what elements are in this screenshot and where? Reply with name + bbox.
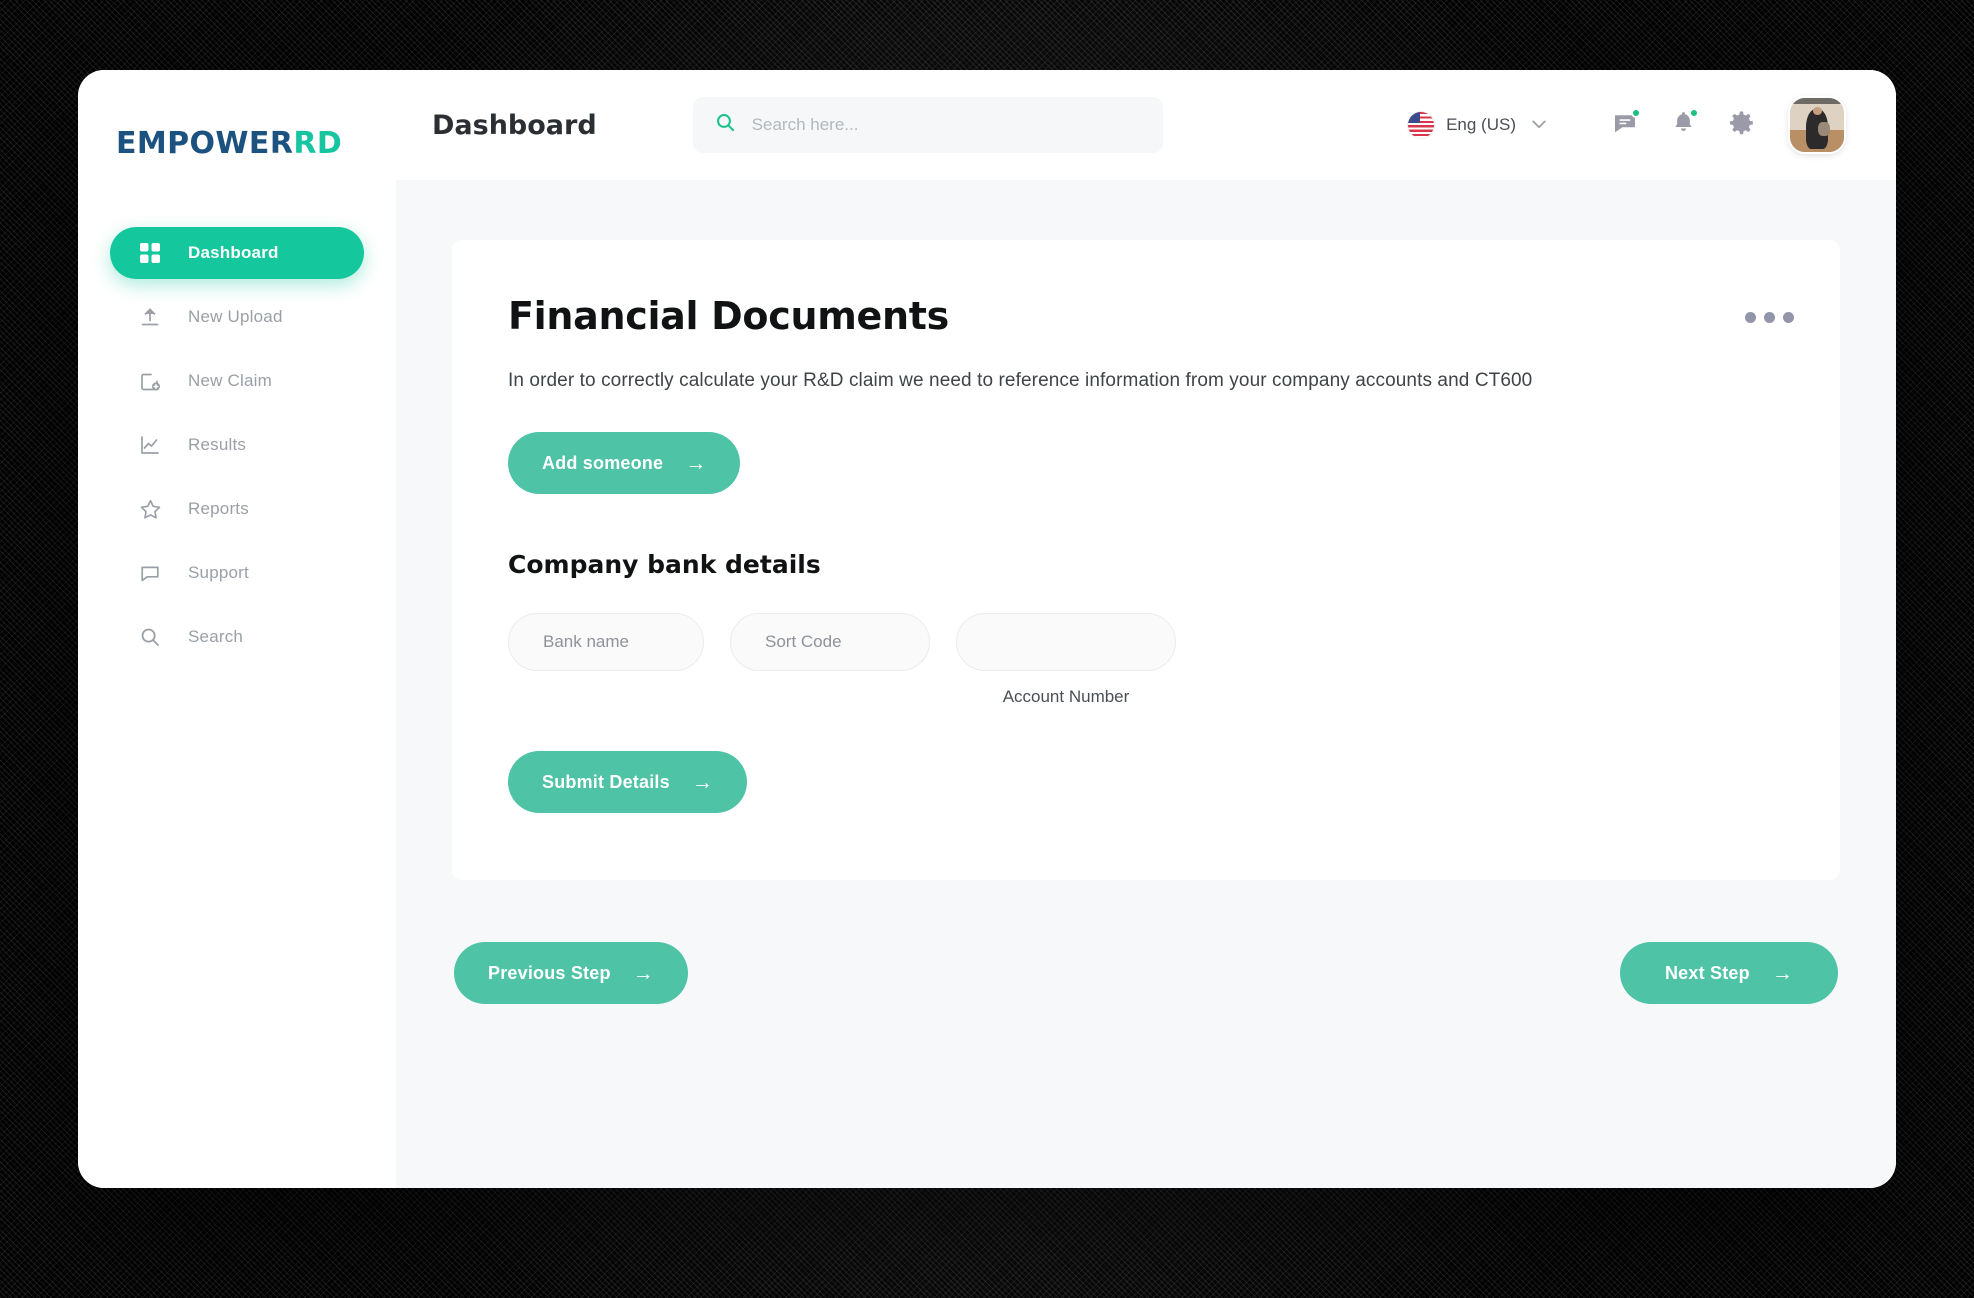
submit-details-label: Submit Details xyxy=(542,771,670,792)
step-navigation: Previous Step → Next Step → xyxy=(452,942,1840,1004)
bank-name-input[interactable] xyxy=(508,613,704,671)
more-options-icon[interactable] xyxy=(1745,312,1794,323)
bank-details-fields: Account Number xyxy=(508,613,1784,707)
sidebar-item-new-upload[interactable]: New Upload xyxy=(110,291,364,343)
settings-button[interactable] xyxy=(1718,102,1764,148)
notifications-badge xyxy=(1689,108,1699,118)
page-title: Dashboard xyxy=(432,109,597,141)
messages-button[interactable] xyxy=(1602,102,1648,148)
us-flag-icon xyxy=(1408,112,1435,138)
previous-step-label: Previous Step xyxy=(488,962,611,983)
star-icon xyxy=(138,497,162,521)
sidebar-item-results[interactable]: Results xyxy=(110,419,364,471)
account-number-label: Account Number xyxy=(1002,687,1130,706)
language-selector[interactable]: Eng (US) xyxy=(1408,112,1546,138)
right-pane: Dashboard Eng (US) xyxy=(396,70,1896,1188)
next-step-label: Next Step xyxy=(1664,962,1750,983)
sidebar-item-new-claim[interactable]: New Claim xyxy=(110,355,364,407)
sidebar-item-label: Results xyxy=(188,435,247,454)
grid-icon xyxy=(138,241,162,265)
account-number-field-wrap: Account Number xyxy=(956,613,1176,707)
sidebar-item-search[interactable]: Search xyxy=(110,611,364,663)
arrow-right-icon: → xyxy=(632,961,654,985)
submit-details-button[interactable]: Submit Details → xyxy=(508,751,748,813)
card-description: In order to correctly calculate your R&D… xyxy=(508,370,1533,391)
previous-step-button[interactable]: Previous Step → xyxy=(454,942,688,1004)
sidebar-item-label: Search xyxy=(188,627,244,646)
financial-documents-card: Financial Documents In order to correctl… xyxy=(452,240,1840,880)
add-someone-label: Add someone xyxy=(542,452,664,473)
app-window: EMPOWERRD Dashboard New Upload New Claim… xyxy=(78,70,1896,1188)
chart-line-icon xyxy=(138,433,162,457)
search-input[interactable] xyxy=(751,115,1141,135)
messages-badge xyxy=(1631,108,1641,118)
sidebar-item-label: Reports xyxy=(188,499,249,518)
logo-text-primary: EMPOWER xyxy=(116,126,294,161)
search-icon xyxy=(715,112,736,138)
bank-details-heading: Company bank details xyxy=(508,550,821,579)
user-avatar[interactable] xyxy=(1790,98,1844,152)
language-label: Eng (US) xyxy=(1446,115,1516,134)
sidebar-item-reports[interactable]: Reports xyxy=(110,483,364,535)
header-actions: Eng (US) xyxy=(1408,98,1844,152)
gear-icon xyxy=(1728,109,1755,141)
sidebar-item-label: Support xyxy=(188,563,249,582)
chevron-down-icon xyxy=(1532,116,1546,134)
sidebar: EMPOWERRD Dashboard New Upload New Claim… xyxy=(78,70,396,1188)
arrow-right-icon: → xyxy=(691,770,714,794)
next-step-button[interactable]: Next Step → xyxy=(1620,942,1838,1004)
notifications-button[interactable] xyxy=(1660,102,1706,148)
app-logo: EMPOWERRD xyxy=(78,126,396,161)
upload-icon xyxy=(138,305,162,329)
card-title: Financial Documents xyxy=(508,294,949,338)
logo-text-accent: RD xyxy=(293,126,343,161)
sidebar-item-label: New Claim xyxy=(188,371,272,390)
top-header: Dashboard Eng (US) xyxy=(396,70,1896,180)
account-number-input[interactable] xyxy=(956,613,1176,671)
sidebar-nav: Dashboard New Upload New Claim Results R… xyxy=(78,227,396,669)
search-box[interactable] xyxy=(692,97,1163,153)
main-content: Financial Documents In order to correctl… xyxy=(396,180,1896,1188)
sidebar-item-label: New Upload xyxy=(188,307,283,326)
sidebar-item-label: Dashboard xyxy=(188,243,279,262)
arrow-right-icon: → xyxy=(1771,961,1794,985)
arrow-right-icon: → xyxy=(685,451,707,475)
new-claim-icon xyxy=(138,369,162,393)
sidebar-item-dashboard[interactable]: Dashboard xyxy=(110,227,364,279)
sort-code-field-wrap xyxy=(730,613,930,671)
add-someone-button[interactable]: Add someone → xyxy=(508,432,741,494)
search-icon xyxy=(138,625,162,649)
sort-code-input[interactable] xyxy=(730,613,930,671)
sidebar-item-support[interactable]: Support xyxy=(110,547,364,599)
chat-bubble-icon xyxy=(138,561,162,585)
bank-name-field-wrap xyxy=(508,613,704,671)
